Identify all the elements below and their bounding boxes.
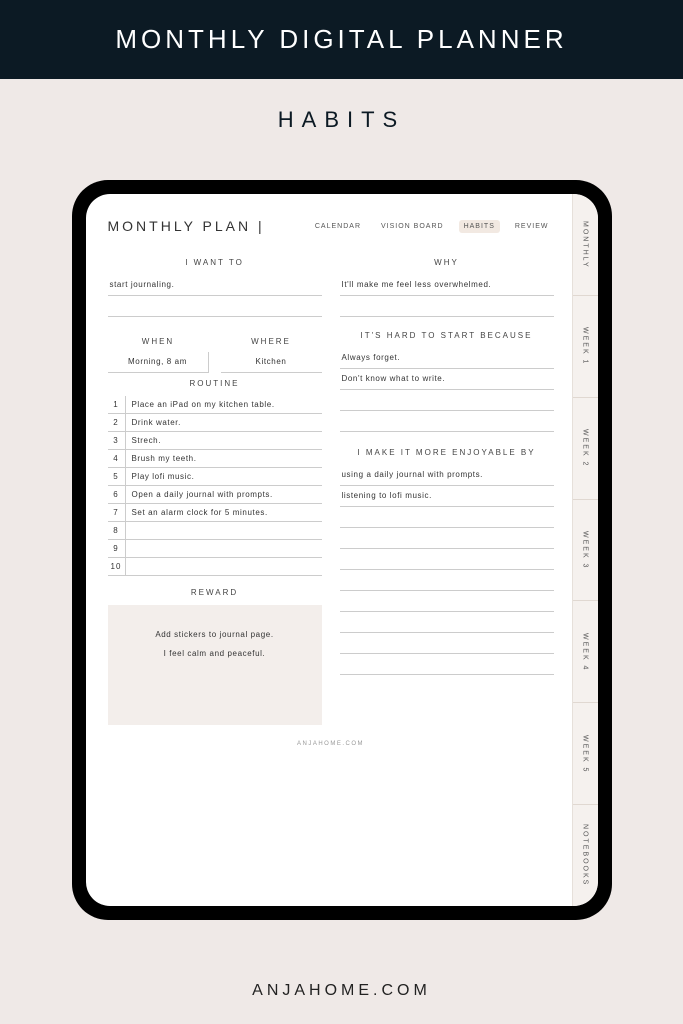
- routine-row[interactable]: 1Place an iPad on my kitchen table.: [108, 396, 322, 414]
- routine-number: 5: [108, 468, 126, 485]
- nav-tab-review[interactable]: REVIEW: [510, 220, 554, 233]
- routine-text[interactable]: Set an alarm clock for 5 minutes.: [126, 504, 322, 521]
- reward-line: I feel calm and peaceful.: [120, 644, 310, 663]
- side-tab-monthly[interactable]: MONTHLY: [573, 194, 598, 296]
- why-head: WHY: [340, 258, 554, 267]
- enjoyable-lines: using a daily journal with prompts.liste…: [340, 465, 554, 675]
- routine-text[interactable]: Place an iPad on my kitchen table.: [126, 396, 322, 413]
- side-tab-week-3[interactable]: WEEK 3: [573, 500, 598, 602]
- side-tabs: MONTHLYWEEK 1WEEK 2WEEK 3WEEK 4WEEK 5NOT…: [572, 194, 598, 906]
- enjoyable-line[interactable]: [340, 528, 554, 549]
- routine-text[interactable]: Brush my teeth.: [126, 450, 322, 467]
- where-value[interactable]: Kitchen: [221, 352, 322, 373]
- hard-head: IT'S HARD TO START BECAUSE: [340, 331, 554, 340]
- where-head: WHERE: [221, 337, 322, 346]
- routine-row[interactable]: 10: [108, 558, 322, 576]
- page-header: MONTHLY PLAN | CALENDAR VISION BOARD HABIT…: [108, 218, 554, 234]
- routine-text[interactable]: Drink water.: [126, 414, 322, 431]
- page-title: MONTHLY PLAN |: [108, 218, 265, 234]
- side-tab-week-2[interactable]: WEEK 2: [573, 398, 598, 500]
- enjoyable-line[interactable]: using a daily journal with prompts.: [340, 465, 554, 486]
- when-head: WHEN: [108, 337, 209, 346]
- nav-tab-vision-board[interactable]: VISION BOARD: [376, 220, 449, 233]
- side-tab-week-1[interactable]: WEEK 1: [573, 296, 598, 398]
- tablet-screen: MONTHLY PLAN | CALENDAR VISION BOARD HABIT…: [86, 194, 598, 906]
- hard-line[interactable]: [340, 390, 554, 411]
- routine-list: 1Place an iPad on my kitchen table.2Drin…: [108, 396, 322, 576]
- reward-line: Add stickers to journal page.: [120, 625, 310, 644]
- enjoyable-line[interactable]: [340, 654, 554, 675]
- hero-subtitle: HABITS: [0, 79, 683, 143]
- where-block: WHERE Kitchen: [221, 331, 322, 373]
- routine-row[interactable]: 8: [108, 522, 322, 540]
- routine-number: 3: [108, 432, 126, 449]
- routine-row[interactable]: 4Brush my teeth.: [108, 450, 322, 468]
- enjoyable-line[interactable]: listening to lofi music.: [340, 486, 554, 507]
- routine-row[interactable]: 2Drink water.: [108, 414, 322, 432]
- reward-head: REWARD: [108, 588, 322, 597]
- routine-row[interactable]: 6Open a daily journal with prompts.: [108, 486, 322, 504]
- routine-row[interactable]: 7Set an alarm clock for 5 minutes.: [108, 504, 322, 522]
- hard-lines: Always forget.Don't know what to write.: [340, 348, 554, 432]
- routine-row[interactable]: 5Play lofi music.: [108, 468, 322, 486]
- nav-tab-habits[interactable]: HABITS: [459, 220, 500, 233]
- when-value[interactable]: Morning, 8 am: [108, 352, 209, 373]
- nav-tab-calendar[interactable]: CALENDAR: [310, 220, 366, 233]
- enjoyable-line[interactable]: [340, 570, 554, 591]
- routine-number: 4: [108, 450, 126, 467]
- blank-line[interactable]: .: [108, 296, 322, 317]
- side-tab-notebooks[interactable]: NOTEBOOKS: [573, 805, 598, 906]
- nav-tabs: CALENDAR VISION BOARD HABITS REVIEW: [310, 220, 554, 233]
- routine-text[interactable]: [126, 558, 322, 575]
- reward-box[interactable]: Add stickers to journal page.I feel calm…: [108, 605, 322, 725]
- hard-line[interactable]: Don't know what to write.: [340, 369, 554, 390]
- routine-number: 10: [108, 558, 126, 575]
- enjoyable-line[interactable]: [340, 612, 554, 633]
- routine-text[interactable]: Play lofi music.: [126, 468, 322, 485]
- routine-head: ROUTINE: [108, 379, 322, 388]
- i-want-to-value[interactable]: start journaling.: [108, 275, 322, 296]
- right-column: WHY It'll make me feel less overwhelmed.…: [340, 252, 554, 725]
- routine-number: 7: [108, 504, 126, 521]
- enjoyable-head: I MAKE IT MORE ENJOYABLE BY: [340, 448, 554, 457]
- routine-row[interactable]: 3Strech.: [108, 432, 322, 450]
- hero-title: MONTHLY DIGITAL PLANNER: [0, 0, 683, 79]
- enjoyable-line[interactable]: [340, 507, 554, 528]
- routine-number: 1: [108, 396, 126, 413]
- enjoyable-line[interactable]: [340, 633, 554, 654]
- blank-line[interactable]: .: [340, 296, 554, 317]
- planner-page: MONTHLY PLAN | CALENDAR VISION BOARD HABIT…: [86, 194, 572, 906]
- side-tab-week-5[interactable]: WEEK 5: [573, 703, 598, 805]
- section-i-want-to-head: I WANT TO: [108, 258, 322, 267]
- left-column: I WANT TO start journaling. . WHEN Morni…: [108, 252, 322, 725]
- routine-number: 2: [108, 414, 126, 431]
- hard-line[interactable]: [340, 411, 554, 432]
- routine-text[interactable]: Open a daily journal with prompts.: [126, 486, 322, 503]
- brand-url: ANJAHOME.COM: [0, 982, 683, 1000]
- routine-row[interactable]: 9: [108, 540, 322, 558]
- enjoyable-line[interactable]: [340, 591, 554, 612]
- tablet-frame: MONTHLY PLAN | CALENDAR VISION BOARD HABIT…: [72, 180, 612, 920]
- hard-line[interactable]: Always forget.: [340, 348, 554, 369]
- why-value[interactable]: It'll make me feel less overwhelmed.: [340, 275, 554, 296]
- routine-text[interactable]: [126, 540, 322, 557]
- page-footer-url: ANJAHOME.COM: [108, 741, 554, 747]
- routine-text[interactable]: [126, 522, 322, 539]
- routine-number: 8: [108, 522, 126, 539]
- routine-text[interactable]: Strech.: [126, 432, 322, 449]
- enjoyable-line[interactable]: [340, 549, 554, 570]
- when-block: WHEN Morning, 8 am: [108, 331, 209, 373]
- routine-number: 6: [108, 486, 126, 503]
- side-tab-week-4[interactable]: WEEK 4: [573, 601, 598, 703]
- routine-number: 9: [108, 540, 126, 557]
